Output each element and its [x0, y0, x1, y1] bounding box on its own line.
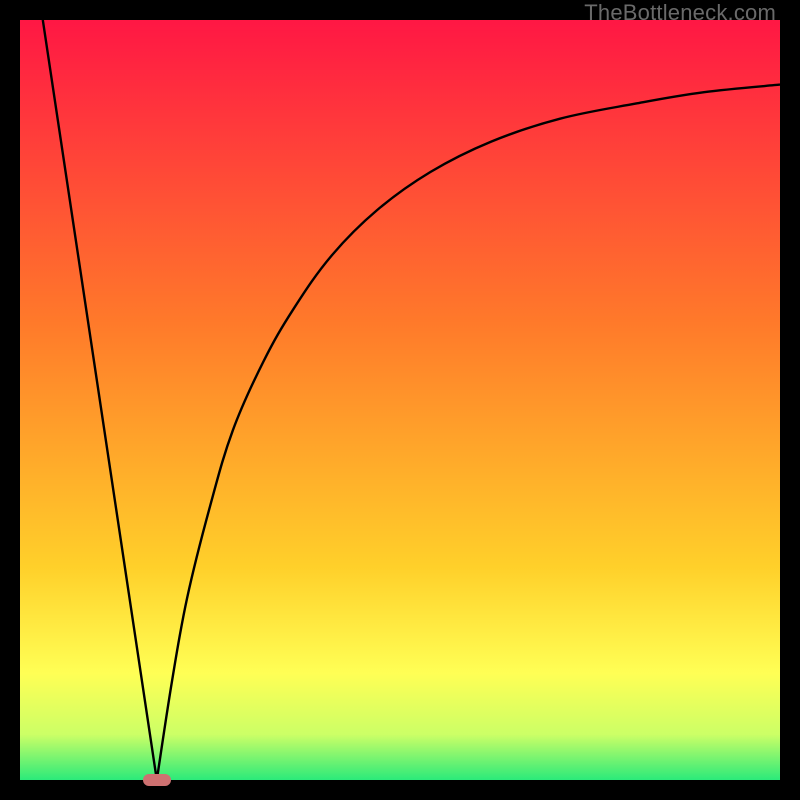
plot-area [20, 20, 780, 780]
curve-path [43, 20, 780, 780]
chart-frame: TheBottleneck.com [0, 0, 800, 800]
optimum-marker [143, 774, 171, 786]
bottleneck-curve [20, 20, 780, 780]
